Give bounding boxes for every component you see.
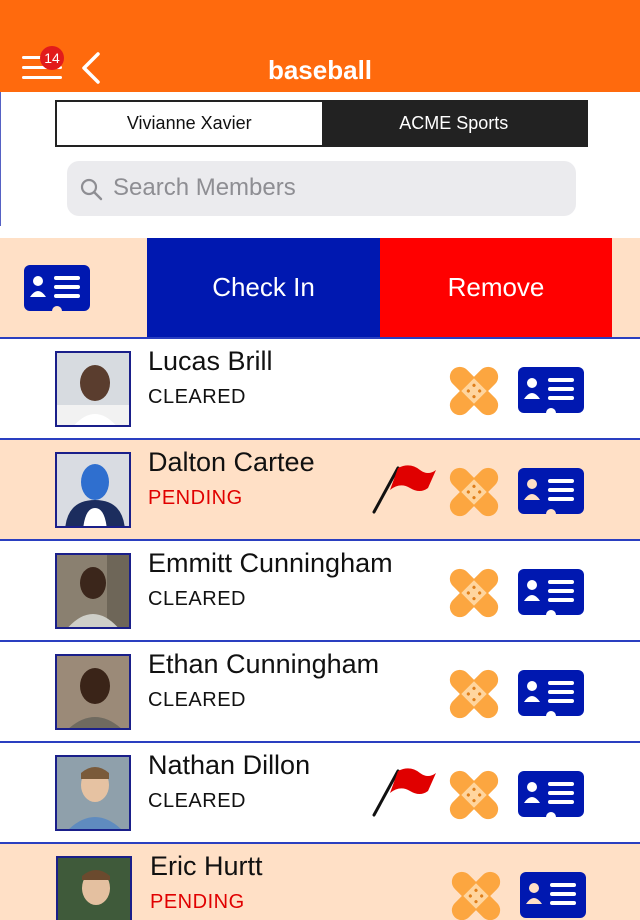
avatar [55, 654, 131, 730]
app-header: 14 baseball [0, 0, 640, 92]
bandaid-icon[interactable] [445, 566, 503, 620]
avatar [55, 755, 131, 831]
member-name: Eric Hurtt [150, 851, 263, 881]
member-name: Nathan Dillon [148, 750, 311, 780]
check-in-button[interactable]: Check In [147, 238, 380, 337]
member-status: PENDING [148, 487, 243, 509]
bandaid-icon[interactable] [445, 364, 503, 418]
member-status: PENDING [150, 891, 245, 913]
member-row[interactable]: Lucas Brill CLEARED [0, 339, 640, 438]
avatar [55, 351, 131, 427]
left-edge-line [0, 92, 1, 226]
red-flag-icon[interactable] [370, 765, 438, 817]
magnifier-icon [80, 178, 103, 201]
avatar [56, 856, 132, 920]
bandaid-icon[interactable] [445, 667, 503, 721]
bandaid-icon[interactable] [447, 869, 505, 920]
segment-acme-sports[interactable]: ACME Sports [321, 102, 586, 145]
member-row[interactable]: Dalton Cartee PENDING [0, 440, 640, 539]
search-bar[interactable]: Search Members [67, 161, 576, 216]
member-status: CLEARED [148, 790, 246, 812]
red-flag-icon[interactable] [370, 462, 438, 514]
segment-vivianne-xavier[interactable]: Vivianne Xavier [57, 102, 322, 145]
member-name: Ethan Cunningham [148, 649, 380, 679]
search-placeholder: Search Members [113, 174, 296, 201]
id-card-icon[interactable] [518, 367, 584, 413]
id-card-icon[interactable] [518, 468, 584, 514]
bandaid-icon[interactable] [445, 465, 503, 519]
id-card-icon[interactable] [518, 569, 584, 615]
id-card-icon[interactable] [520, 872, 586, 918]
team-segmented-control: Vivianne Xavier ACME Sports [55, 100, 588, 147]
member-status: CLEARED [148, 689, 246, 711]
member-row[interactable]: Nathan Dillon CLEARED [0, 743, 640, 842]
avatar [55, 452, 131, 528]
page-title: baseball [267, 55, 373, 85]
member-row[interactable]: Ethan Cunningham CLEARED [0, 642, 640, 741]
member-name: Emmitt Cunningham [148, 548, 393, 578]
id-card-icon[interactable] [518, 670, 584, 716]
id-card-icon[interactable] [518, 771, 584, 817]
member-name: Dalton Cartee [148, 447, 315, 477]
member-name: Lucas Brill [148, 346, 273, 376]
member-row[interactable]: Eric Hurtt PENDING [0, 844, 640, 920]
remove-button[interactable]: Remove [380, 238, 612, 337]
member-status: CLEARED [148, 588, 246, 610]
id-card-icon[interactable] [24, 265, 90, 311]
member-status: CLEARED [148, 386, 246, 408]
bandaid-icon[interactable] [445, 768, 503, 822]
avatar [55, 553, 131, 629]
member-row[interactable]: Emmitt Cunningham CLEARED [0, 541, 640, 640]
